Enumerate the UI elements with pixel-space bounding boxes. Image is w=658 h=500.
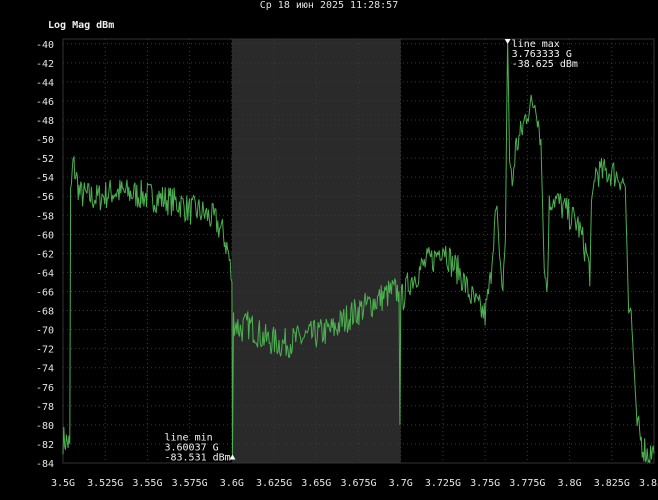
marker-label: -83.531 dBm (164, 453, 230, 464)
y-tick-label: -78 (36, 402, 54, 413)
x-tick-label: 3.675G (340, 478, 376, 489)
y-tick-label: -82 (36, 440, 54, 451)
y-tick-label: -60 (36, 230, 54, 241)
y-tick-label: -58 (36, 211, 54, 222)
x-tick-label: 3.55G (132, 478, 162, 489)
marker-label: -38.625 dBm (512, 59, 578, 70)
x-tick-label: 3.75G (470, 478, 500, 489)
x-tick-label: 3.775G (509, 478, 545, 489)
x-tick-label: 3.575G (172, 478, 208, 489)
spectrum-chart: -40 -42 -44 -46 -48 -50 -52 -54 -56 -58 -60 -62 -64 -… (36, 38, 658, 489)
x-tick-label: 3.65G (301, 478, 331, 489)
y-tick-label: -46 (36, 97, 54, 108)
y-tick-label: -44 (36, 78, 54, 89)
x-tick-label: 3.7G (389, 478, 413, 489)
x-tick-label: 3.5G (51, 478, 75, 489)
y-tick-label: -50 (36, 135, 54, 146)
y-tick-label: -66 (36, 287, 54, 298)
y-tick-label: -40 (36, 40, 54, 51)
y-tick-label: -70 (36, 326, 54, 337)
x-tick-label: 3.525G (87, 478, 123, 489)
y-tick-label: -54 (36, 173, 54, 184)
y-tick-label: -64 (36, 268, 54, 279)
marker-triangle (504, 39, 511, 44)
x-tick-label: 3.8G (558, 478, 582, 489)
x-tick-label: 3.825G (594, 478, 630, 489)
x-tick-label: 3.625G (256, 478, 292, 489)
y-tick-label: -48 (36, 116, 54, 127)
y-tick-label: -84 (36, 459, 54, 470)
y-tick-label: -74 (36, 364, 54, 375)
y-tick-label: -80 (36, 421, 54, 432)
y-tick-label: -72 (36, 345, 54, 356)
y-tick-label: -42 (36, 59, 54, 70)
x-tick-label: 3.725G (425, 478, 461, 489)
x-tick-label: 3.6G (220, 478, 244, 489)
y-tick-label: -68 (36, 307, 54, 318)
x-tick-label: 3.85G (639, 478, 658, 489)
y-tick-label: -56 (36, 192, 54, 203)
y-tick-label: -62 (36, 249, 54, 260)
y-tick-label: -76 (36, 383, 54, 394)
y-tick-label: -52 (36, 154, 54, 165)
